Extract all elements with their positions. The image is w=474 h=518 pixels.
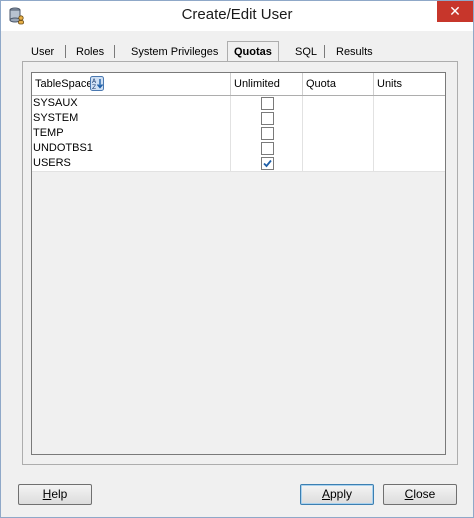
table-row[interactable]: USERS [32, 156, 445, 172]
cell-units[interactable] [374, 156, 445, 171]
cell-unlimited [231, 96, 303, 111]
tab-roles[interactable]: Roles [76, 43, 104, 61]
tab-system-privileges[interactable]: System Privileges [131, 43, 218, 61]
tab-sql[interactable]: SQL [295, 43, 317, 61]
cell-quota[interactable] [303, 111, 374, 126]
unlimited-checkbox[interactable] [261, 142, 274, 155]
close-label: lose [413, 487, 436, 501]
window-title: Create/Edit User [181, 6, 293, 23]
tab-quotas[interactable]: Quotas [227, 41, 279, 62]
grid-header: TableSpace A Z Unlimited Quota Units [32, 73, 445, 96]
quotas-grid: TableSpace A Z Unlimited Quota Units SYS… [31, 72, 446, 455]
cell-unlimited [231, 126, 303, 141]
column-label-tablespace: TableSpace [35, 78, 93, 90]
create-edit-user-dialog: Create/Edit User ✕ User Roles System Pri… [0, 0, 474, 518]
close-icon: ✕ [449, 3, 461, 19]
cell-unlimited [231, 156, 303, 171]
cell-unlimited [231, 111, 303, 126]
window-close-button[interactable]: ✕ [437, 1, 473, 22]
apply-button[interactable]: Apply [300, 484, 374, 505]
column-header-units[interactable]: Units [374, 73, 445, 95]
cell-quota[interactable] [303, 141, 374, 156]
sort-ascending-icon[interactable]: A Z [90, 76, 104, 91]
unlimited-checkbox[interactable] [261, 97, 274, 110]
unlimited-checkbox[interactable] [261, 112, 274, 125]
tab-separator [324, 45, 325, 58]
quotas-panel: TableSpace A Z Unlimited Quota Units SYS… [22, 61, 458, 465]
tab-user[interactable]: User [31, 43, 54, 61]
tab-separator [65, 45, 66, 58]
cell-quota[interactable] [303, 96, 374, 111]
cell-units[interactable] [374, 111, 445, 126]
cell-tablespace[interactable]: SYSAUX [32, 96, 231, 111]
cell-units[interactable] [374, 141, 445, 156]
cell-units[interactable] [374, 126, 445, 141]
help-button[interactable]: Help [18, 484, 92, 505]
cell-tablespace[interactable]: SYSTEM [32, 111, 231, 126]
tab-bar: User Roles System Privileges Quotas SQL … [23, 41, 463, 62]
cell-tablespace[interactable]: USERS [32, 156, 231, 171]
table-row[interactable]: SYSTEM [32, 111, 445, 127]
cell-tablespace[interactable]: TEMP [32, 126, 231, 141]
apply-label: pply [330, 487, 353, 501]
unlimited-checkbox[interactable] [261, 127, 274, 140]
cell-tablespace[interactable]: UNDOTBS1 [32, 141, 231, 156]
apply-mnemonic: A [321, 487, 330, 501]
column-header-quota[interactable]: Quota [303, 73, 374, 95]
column-header-tablespace[interactable]: TableSpace A Z [32, 73, 231, 95]
table-row[interactable]: SYSAUX [32, 96, 445, 112]
table-row[interactable]: TEMP [32, 126, 445, 142]
svg-text:Z: Z [92, 84, 96, 91]
table-row[interactable]: UNDOTBS1 [32, 141, 445, 157]
cell-quota[interactable] [303, 126, 374, 141]
cell-unlimited [231, 141, 303, 156]
title-bar[interactable]: Create/Edit User ✕ [1, 1, 473, 31]
checkmark-icon [263, 159, 272, 168]
tab-results[interactable]: Results [336, 43, 373, 61]
cell-quota[interactable] [303, 156, 374, 171]
help-label: elp [51, 487, 68, 501]
cell-units[interactable] [374, 96, 445, 111]
close-button[interactable]: Close [383, 484, 457, 505]
column-header-unlimited[interactable]: Unlimited [231, 73, 303, 95]
tab-separator [114, 45, 115, 58]
unlimited-checkbox[interactable] [261, 157, 274, 170]
